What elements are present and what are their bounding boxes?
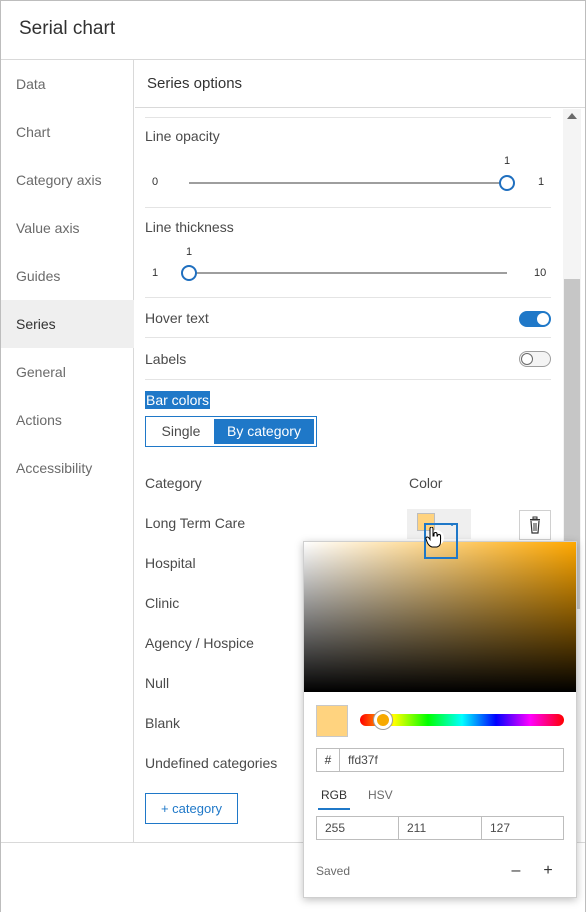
bar-colors-label: Bar colors bbox=[145, 391, 211, 409]
line-opacity-label: Line opacity bbox=[145, 128, 220, 144]
hex-input[interactable]: ffd37f bbox=[340, 748, 564, 772]
nav-item-accessibility[interactable]: Accessibility bbox=[1, 444, 134, 492]
color-picker-popover: # ffd37f RGB HSV 255 211 127 Saved – + bbox=[303, 530, 577, 898]
line-opacity-track[interactable] bbox=[189, 182, 507, 184]
trash-icon bbox=[530, 516, 540, 534]
divider bbox=[145, 207, 551, 208]
line-opacity-value: 1 bbox=[504, 155, 511, 167]
nav-item-actions[interactable]: Actions bbox=[1, 396, 134, 444]
category-row-label: Undefined categories bbox=[145, 755, 278, 771]
line-opacity-max: 1 bbox=[538, 176, 545, 188]
line-opacity-min: 0 bbox=[152, 176, 159, 188]
nav-item-value-axis[interactable]: Value axis bbox=[1, 204, 134, 252]
category-row-label: Clinic bbox=[145, 595, 180, 611]
title-bar: Serial chart bbox=[1, 1, 585, 60]
category-row-label: Agency / Hospice bbox=[145, 635, 254, 651]
nav-item-data[interactable]: Data bbox=[1, 60, 134, 108]
red-input[interactable]: 255 bbox=[316, 816, 399, 840]
saturation-area[interactable] bbox=[304, 530, 576, 692]
hover-text-label: Hover text bbox=[145, 310, 209, 326]
nav-item-category-axis[interactable]: Category axis bbox=[1, 156, 134, 204]
blue-input[interactable]: 127 bbox=[482, 816, 564, 840]
line-thickness-track[interactable] bbox=[185, 272, 507, 274]
line-thickness-thumb[interactable] bbox=[181, 265, 197, 281]
labels-label: Labels bbox=[145, 351, 187, 367]
nav-item-guides[interactable]: Guides bbox=[1, 252, 134, 300]
delete-button[interactable] bbox=[519, 510, 551, 540]
line-thickness-label: Line thickness bbox=[145, 219, 234, 235]
category-row-label: Hospital bbox=[145, 555, 196, 571]
line-thickness-min: 1 bbox=[152, 267, 159, 279]
color-preview bbox=[316, 705, 348, 737]
by-category-option[interactable]: By category bbox=[214, 419, 314, 444]
single-option[interactable]: Single bbox=[148, 419, 214, 444]
category-row-label: Blank bbox=[145, 715, 181, 731]
nav-item-general[interactable]: General bbox=[1, 348, 134, 396]
remove-saved-color-button[interactable]: – bbox=[508, 862, 524, 880]
divider bbox=[145, 379, 551, 380]
left-nav: Data Chart Category axis Value axis Guid… bbox=[1, 60, 134, 842]
line-thickness-value: 1 bbox=[186, 246, 193, 258]
nav-item-series[interactable]: Series bbox=[1, 300, 134, 348]
category-row-label: Null bbox=[145, 675, 170, 691]
dialog-window: Serial chart Data Chart Category axis Va… bbox=[0, 0, 586, 912]
category-column-header: Category bbox=[145, 475, 202, 491]
dialog-title: Serial chart bbox=[19, 18, 116, 39]
divider bbox=[145, 337, 551, 338]
green-input[interactable]: 211 bbox=[399, 816, 482, 840]
divider bbox=[145, 297, 551, 298]
hue-slider-thumb[interactable] bbox=[374, 711, 392, 729]
line-opacity-thumb[interactable] bbox=[499, 175, 515, 191]
saved-label: Saved bbox=[316, 864, 351, 878]
hex-prefix: # bbox=[316, 748, 340, 772]
tab-hsv[interactable]: HSV bbox=[368, 788, 393, 810]
bar-colors-label-text: Bar colors bbox=[145, 391, 211, 409]
color-column-header: Color bbox=[409, 475, 443, 491]
scroll-up-icon[interactable] bbox=[567, 113, 577, 119]
panel-title: Series options bbox=[147, 75, 243, 92]
bar-colors-segmented-control: Single By category bbox=[145, 416, 317, 447]
category-row-label: Long Term Care bbox=[145, 515, 246, 531]
hover-text-toggle[interactable] bbox=[519, 311, 551, 327]
add-saved-color-button[interactable]: + bbox=[540, 862, 556, 880]
labels-toggle[interactable] bbox=[519, 351, 551, 367]
line-thickness-max: 10 bbox=[534, 267, 547, 279]
nav-item-chart[interactable]: Chart bbox=[1, 108, 134, 156]
tab-rgb[interactable]: RGB bbox=[318, 788, 350, 810]
panel-header: Series options bbox=[135, 60, 585, 108]
add-category-button[interactable]: + category bbox=[145, 793, 238, 824]
divider bbox=[145, 117, 551, 118]
hand-cursor-icon bbox=[425, 527, 441, 548]
